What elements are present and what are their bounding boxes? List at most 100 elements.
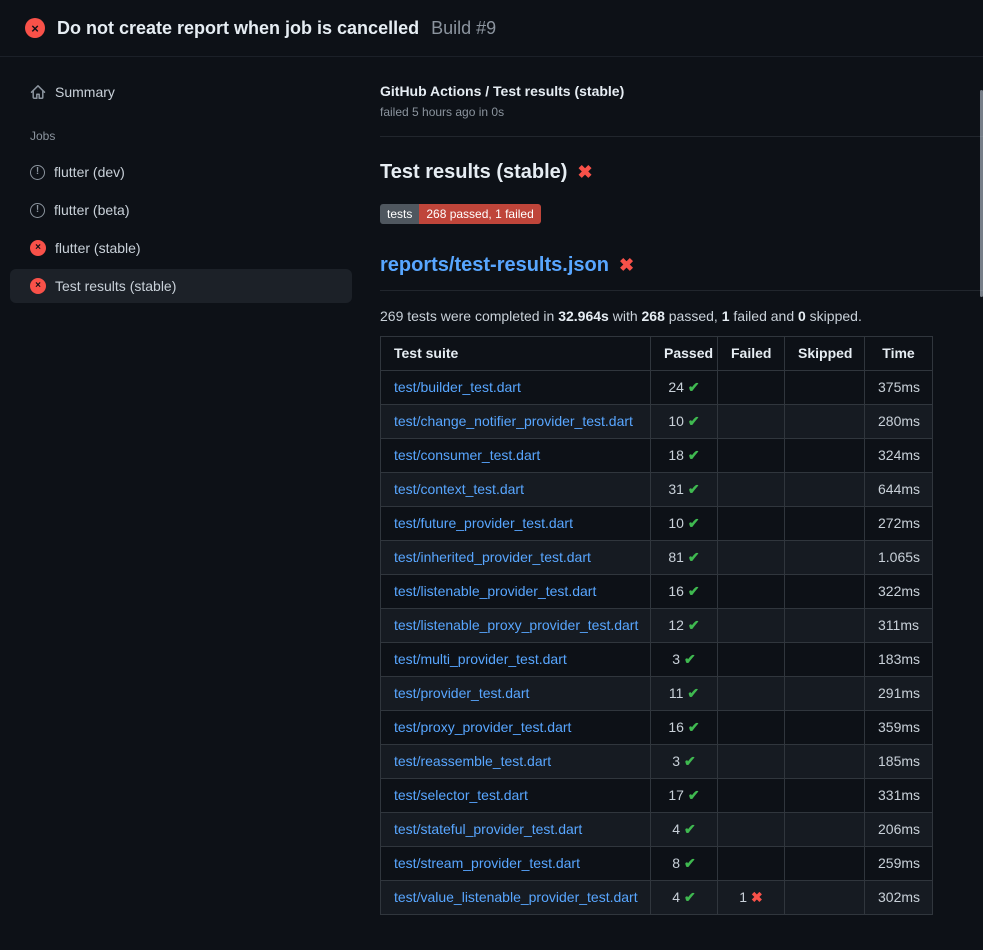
count: 3 — [672, 753, 680, 769]
failed-cell — [718, 779, 785, 813]
count: 1 — [739, 889, 747, 905]
sidebar-item-flutter-beta[interactable]: ! flutter (beta) — [10, 193, 352, 227]
time-cell: 206ms — [865, 813, 933, 847]
test-suite-cell: test/multi_provider_test.dart — [381, 643, 651, 677]
passed-cell: 11✔ — [651, 677, 718, 711]
skipped-cell — [785, 677, 865, 711]
time-cell: 280ms — [865, 405, 933, 439]
count: 3 — [672, 651, 680, 667]
check-icon: ✔ — [688, 549, 700, 565]
failed-cell — [718, 507, 785, 541]
report-link[interactable]: reports/test-results.json — [380, 254, 609, 277]
divider — [380, 136, 983, 137]
summary-text: 269 tests were completed in — [380, 308, 558, 324]
badge-label: tests — [380, 204, 419, 224]
failed-status-icon: × — [30, 278, 46, 294]
failed-cell — [718, 643, 785, 677]
test-suite-link[interactable]: test/proxy_provider_test.dart — [394, 719, 571, 735]
check-icon: ✔ — [688, 481, 700, 497]
time-cell: 324ms — [865, 439, 933, 473]
test-summary-line: 269 tests were completed in 32.964s with… — [380, 308, 983, 324]
main-panel: GitHub Actions / Test results (stable) f… — [380, 57, 983, 915]
failed-cell: 1✖ — [718, 881, 785, 915]
table-row: test/listenable_proxy_provider_test.dart… — [381, 609, 933, 643]
failed-cell — [718, 405, 785, 439]
run-status-line: failed 5 hours ago in 0s — [380, 105, 983, 119]
test-suite-link[interactable]: test/stream_provider_test.dart — [394, 855, 580, 871]
test-suite-link[interactable]: test/provider_test.dart — [394, 685, 529, 701]
check-run-header: × Do not create report when job is cance… — [0, 0, 983, 57]
passed-cell: 12✔ — [651, 609, 718, 643]
sidebar-item-flutter-stable[interactable]: × flutter (stable) — [10, 231, 352, 265]
skipped-cell — [785, 711, 865, 745]
check-icon: ✔ — [687, 685, 699, 701]
test-suite-link[interactable]: test/builder_test.dart — [394, 379, 521, 395]
skipped-cell — [785, 575, 865, 609]
time-cell: 359ms — [865, 711, 933, 745]
passed-cell: 4✔ — [651, 813, 718, 847]
sidebar-item-summary[interactable]: Summary — [10, 75, 352, 109]
check-icon: ✔ — [684, 889, 696, 905]
summary-bold: 1 — [722, 308, 730, 324]
test-suite-cell: test/change_notifier_provider_test.dart — [381, 405, 651, 439]
test-suite-cell: test/consumer_test.dart — [381, 439, 651, 473]
breadcrumb: GitHub Actions / Test results (stable) — [380, 83, 983, 99]
skipped-cell — [785, 847, 865, 881]
test-suite-link[interactable]: test/reassemble_test.dart — [394, 753, 551, 769]
test-suite-link[interactable]: test/value_listenable_provider_test.dart — [394, 889, 638, 905]
jobs-section-heading: Jobs — [30, 129, 380, 143]
jobs-list: ! flutter (dev) ! flutter (beta) × flutt… — [0, 155, 380, 303]
failed-cell — [718, 745, 785, 779]
col-failed: Failed — [718, 337, 785, 371]
content-area: Summary Jobs ! flutter (dev) ! flutter (… — [0, 57, 983, 915]
skipped-cell — [785, 439, 865, 473]
check-icon: ✔ — [684, 651, 696, 667]
summary-text: passed, — [665, 308, 722, 324]
time-cell: 311ms — [865, 609, 933, 643]
time-cell: 259ms — [865, 847, 933, 881]
count: 17 — [668, 787, 684, 803]
skipped-cell — [785, 473, 865, 507]
table-row: test/stream_provider_test.dart8✔259ms — [381, 847, 933, 881]
test-suite-link[interactable]: test/multi_provider_test.dart — [394, 651, 567, 667]
skipped-cell — [785, 779, 865, 813]
test-suite-link[interactable]: test/consumer_test.dart — [394, 447, 540, 463]
passed-cell: 4✔ — [651, 881, 718, 915]
table-row: test/multi_provider_test.dart 3✔ 183ms — [381, 643, 933, 677]
time-cell: 183ms — [865, 643, 933, 677]
count: 31 — [668, 481, 684, 497]
passed-cell: 3✔ — [651, 643, 718, 677]
results-table: Test suite Passed Failed Skipped Time te… — [380, 336, 933, 915]
test-suite-link[interactable]: test/selector_test.dart — [394, 787, 528, 803]
job-label: Test results (stable) — [55, 278, 176, 294]
passed-cell: 3✔ — [651, 745, 718, 779]
section-heading: Test results (stable) ✖ — [380, 161, 983, 184]
test-suite-link[interactable]: test/listenable_provider_test.dart — [394, 583, 596, 599]
test-suite-link[interactable]: test/stateful_provider_test.dart — [394, 821, 582, 837]
failed-cell — [718, 541, 785, 575]
test-suite-link[interactable]: test/context_test.dart — [394, 481, 524, 497]
skipped-cell — [785, 609, 865, 643]
sidebar-item-test-results-stable[interactable]: × Test results (stable) — [10, 269, 352, 303]
test-suite-cell: test/provider_test.dart — [381, 677, 651, 711]
test-suite-link[interactable]: test/listenable_proxy_provider_test.dart — [394, 617, 638, 633]
table-row: test/consumer_test.dart18✔324ms — [381, 439, 933, 473]
badge-value: 268 passed, 1 failed — [419, 204, 540, 224]
sidebar-item-flutter-dev[interactable]: ! flutter (dev) — [10, 155, 352, 189]
passed-cell: 17✔ — [651, 779, 718, 813]
test-suite-link[interactable]: test/change_notifier_provider_test.dart — [394, 413, 633, 429]
test-suite-cell: test/reassemble_test.dart — [381, 745, 651, 779]
summary-text: with — [609, 308, 642, 324]
passed-cell: 10✔ — [651, 507, 718, 541]
time-cell: 185ms — [865, 745, 933, 779]
time-cell: 291ms — [865, 677, 933, 711]
test-suite-link[interactable]: test/future_provider_test.dart — [394, 515, 573, 531]
x-icon: ✖ — [619, 255, 634, 276]
time-cell: 331ms — [865, 779, 933, 813]
test-suite-link[interactable]: test/inherited_provider_test.dart — [394, 549, 591, 565]
failed-cell — [718, 813, 785, 847]
skipped-cell — [785, 881, 865, 915]
table-header-row: Test suite Passed Failed Skipped Time — [381, 337, 933, 371]
skipped-cell — [785, 507, 865, 541]
table-row: test/provider_test.dart 11✔ 291ms — [381, 677, 933, 711]
